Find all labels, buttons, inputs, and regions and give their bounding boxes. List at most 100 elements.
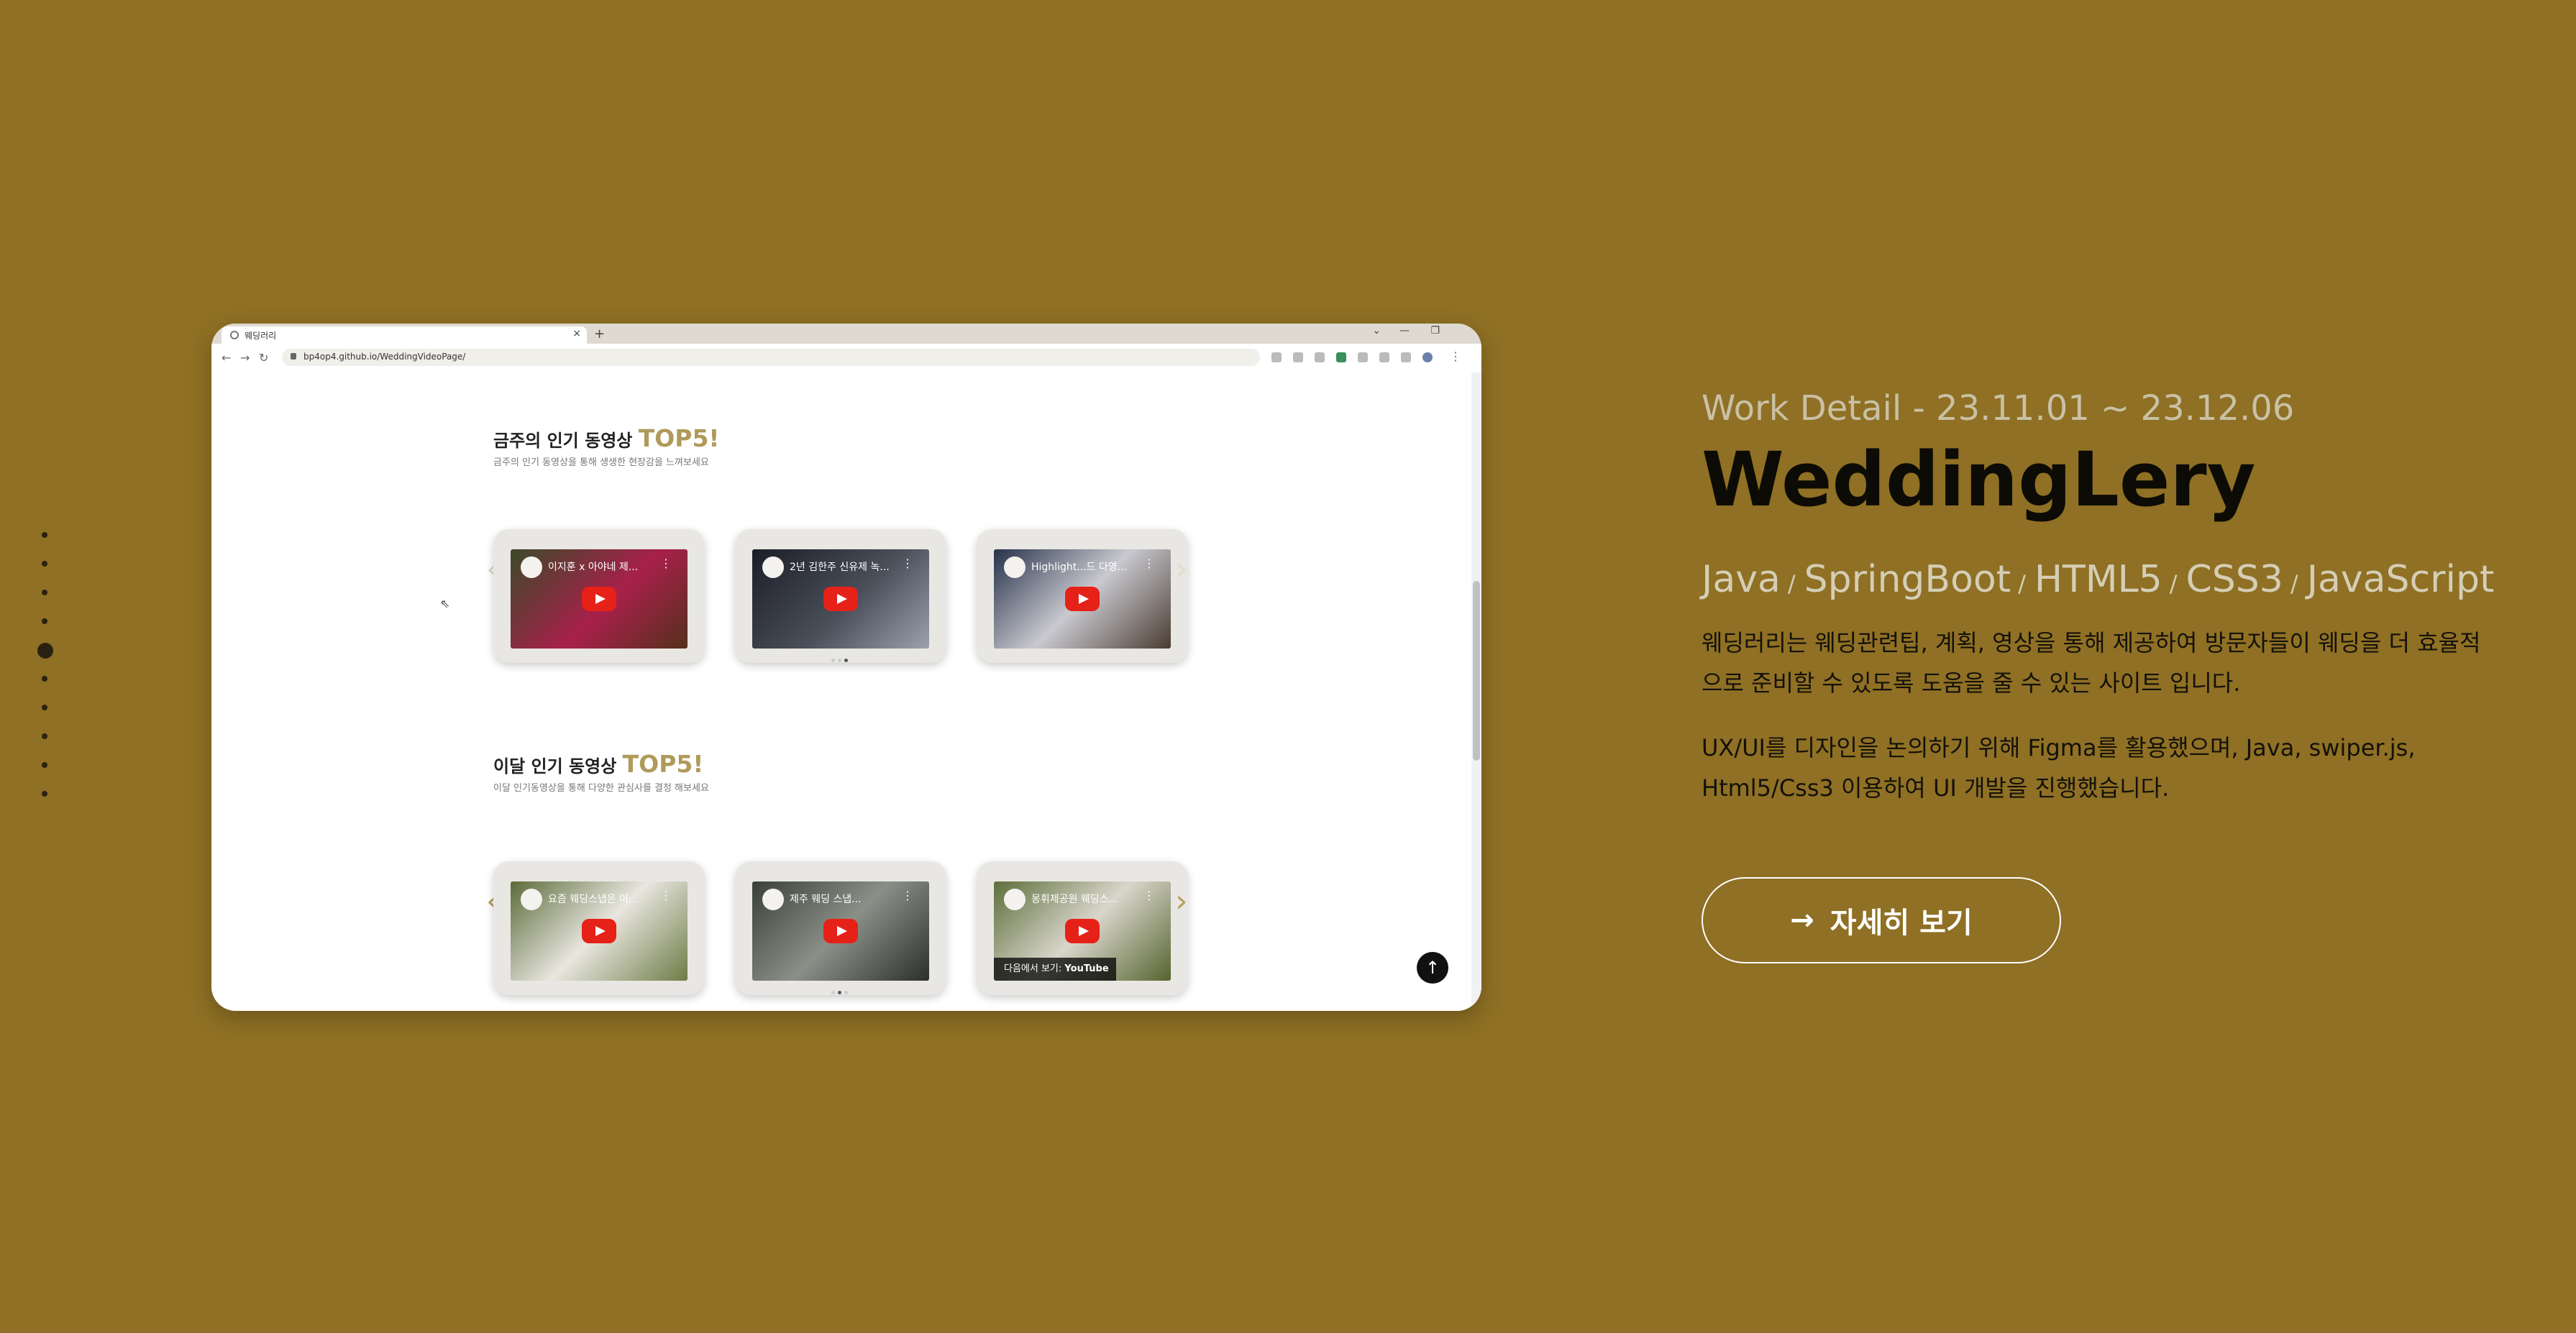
section-dot[interactable] [42, 676, 47, 682]
video-card[interactable]: Highlight...드 다영... ⋮ [977, 529, 1188, 663]
lock-icon [291, 353, 296, 359]
extension-icon[interactable] [1315, 352, 1325, 362]
tech-item: CSS3 [2186, 558, 2283, 602]
video-thumbnail[interactable]: 요즘 웨딩스냅은 이... ⋮ [511, 881, 688, 981]
video-card[interactable]: 몽휘제공원 웨딩스... ⋮ 다음에서 보기: YouTube [977, 861, 1188, 995]
video-card[interactable]: 요즘 웨딩스냅은 이... ⋮ [493, 861, 705, 995]
project-description: 웨딩러리는 웨딩관련팁, 계획, 영상을 통해 제공하여 방문자들이 웨딩을 더… [1702, 623, 2493, 808]
view-details-button[interactable]: → 자세히 보기 [1702, 877, 2061, 963]
more-icon[interactable]: ⋮ [902, 556, 913, 570]
tab-title: 웨딩러리 [245, 331, 277, 341]
description-paragraph: 웨딩러리는 웨딩관련팁, 계획, 영상을 통해 제공하여 방문자들이 웨딩을 더… [1702, 629, 2481, 697]
tech-separator: / [2169, 570, 2178, 598]
section-dot[interactable] [42, 590, 47, 595]
restore-icon[interactable]: ❐ [1430, 325, 1440, 336]
youtube-play-icon[interactable] [823, 587, 858, 611]
extension-icon[interactable] [1271, 352, 1282, 362]
section-dot[interactable] [42, 618, 47, 624]
tech-item: Java [1702, 558, 1781, 602]
section-dot[interactable] [42, 561, 47, 567]
section-dot[interactable] [42, 762, 47, 768]
video-thumbnail[interactable]: 이지훈 x 아야네 제... ⋮ [511, 549, 688, 649]
video-thumbnail[interactable]: 제주 웨딩 스냅... ⋮ [752, 881, 929, 981]
tech-separator: / [2290, 570, 2298, 598]
arrow-up-icon: ↑ [1425, 958, 1440, 978]
close-icon[interactable]: × [572, 328, 581, 339]
watch-on-youtube[interactable]: 다음에서 보기: YouTube [994, 958, 1116, 981]
youtube-play-icon[interactable] [582, 587, 616, 611]
video-card[interactable]: 이지훈 x 아야네 제... ⋮ [493, 529, 705, 663]
tab-search-icon[interactable]: ⌄ [1372, 325, 1381, 336]
video-title: 요즘 웨딩스냅은 이... [548, 894, 639, 905]
more-icon[interactable]: ⋮ [1143, 889, 1155, 902]
video-thumbnail[interactable]: Highlight...드 다영... ⋮ [994, 549, 1171, 649]
pagination-bullet[interactable] [831, 991, 835, 994]
work-period: Work Detail - 23.11.01 ~ 23.12.06 [1702, 388, 2295, 429]
url-field[interactable]: bp4op4.github.io/WeddingVideoPage/ [282, 349, 1260, 366]
arrow-right-icon: → [1790, 904, 1814, 937]
tech-separator: / [1787, 570, 1796, 598]
pagination-bullet[interactable] [838, 659, 841, 662]
youtube-play-icon[interactable] [823, 919, 858, 943]
extension-icon[interactable] [1293, 352, 1303, 362]
back-icon[interactable]: ← [221, 351, 231, 365]
video-thumbnail[interactable]: 몽휘제공원 웨딩스... ⋮ 다음에서 보기: YouTube [994, 881, 1171, 981]
mouse-cursor-icon: ⇖ [440, 597, 450, 610]
browser-tab[interactable]: 웨딩러리 × [221, 326, 587, 344]
pagination-bullet[interactable] [831, 659, 835, 662]
project-title: WeddingLery [1702, 436, 2256, 523]
reload-icon[interactable]: ↻ [259, 351, 268, 365]
scrollbar-thumb[interactable] [1473, 581, 1480, 761]
section-dot[interactable] [42, 733, 47, 739]
pagination-bullet-active[interactable] [838, 991, 841, 994]
section-subtitle: 금주의 인기 동영상을 통해 생생한 현장감을 느껴보세요 [493, 457, 709, 468]
more-icon[interactable]: ⋮ [1143, 556, 1155, 570]
youtube-play-icon[interactable] [582, 919, 616, 943]
section-title-text: 이달 인기 동영상 [493, 756, 617, 777]
extension-icon[interactable] [1336, 352, 1346, 362]
puzzle-icon[interactable] [1358, 352, 1368, 362]
tech-item: SpringBoot [1804, 558, 2011, 602]
forward-icon[interactable]: → [240, 351, 250, 365]
pagination-bullet[interactable] [844, 991, 848, 994]
tech-item: HTML5 [2034, 558, 2162, 602]
channel-avatar [521, 556, 542, 578]
sidebar-icon[interactable] [1401, 352, 1411, 362]
profile-avatar[interactable] [1422, 352, 1433, 362]
video-title: 2년 김한주 신유제 녹... [790, 562, 890, 573]
globe-icon [230, 331, 239, 339]
video-thumbnail[interactable]: 2년 김한주 신유제 녹... ⋮ [752, 549, 929, 649]
video-title: 제주 웨딩 스냅... [790, 894, 862, 905]
address-bar: ← → ↻ bp4op4.github.io/WeddingVideoPage/… [211, 344, 1481, 373]
tech-separator: / [2018, 570, 2026, 598]
minimize-icon[interactable]: — [1399, 325, 1410, 336]
description-paragraph: UX/UI를 디자인을 논의하기 위해 Figma를 활용했으며, Java, … [1702, 734, 2416, 802]
channel-avatar [762, 556, 784, 578]
channel-avatar [521, 889, 542, 910]
more-icon[interactable]: ⋮ [902, 889, 913, 902]
video-card[interactable]: 2년 김한주 신유제 녹... ⋮ [735, 529, 946, 663]
more-menu-icon[interactable]: ⋮ [1450, 349, 1461, 363]
section-dot[interactable] [42, 791, 47, 797]
pagination-bullet-active[interactable] [844, 659, 848, 662]
download-icon[interactable] [1379, 352, 1389, 362]
youtube-play-icon[interactable] [1065, 919, 1100, 943]
section-dot-active[interactable] [37, 643, 53, 659]
tech-item: JavaScript [2306, 558, 2495, 602]
video-card[interactable]: 제주 웨딩 스냅... ⋮ [735, 861, 946, 995]
section-title: 금주의 인기 동영상 TOP5! [493, 424, 719, 452]
carousel-pagination [830, 651, 849, 665]
youtube-logo: YouTube [1064, 963, 1109, 974]
next-arrow-icon[interactable]: › [1175, 551, 1188, 587]
new-tab-icon[interactable]: + [594, 326, 605, 342]
browser-tab-bar: 웨딩러리 × + ⌄ — ❐ [211, 324, 1481, 344]
scrollbar[interactable] [1471, 372, 1481, 1011]
section-dot[interactable] [42, 705, 47, 710]
section-title-accent: TOP5! [622, 750, 704, 778]
more-icon[interactable]: ⋮ [660, 889, 672, 902]
section-dot[interactable] [42, 532, 47, 538]
next-arrow-icon[interactable]: › [1175, 883, 1188, 920]
scroll-to-top-button[interactable]: ↑ [1417, 952, 1448, 984]
more-icon[interactable]: ⋮ [660, 556, 672, 570]
youtube-play-icon[interactable] [1065, 587, 1100, 611]
